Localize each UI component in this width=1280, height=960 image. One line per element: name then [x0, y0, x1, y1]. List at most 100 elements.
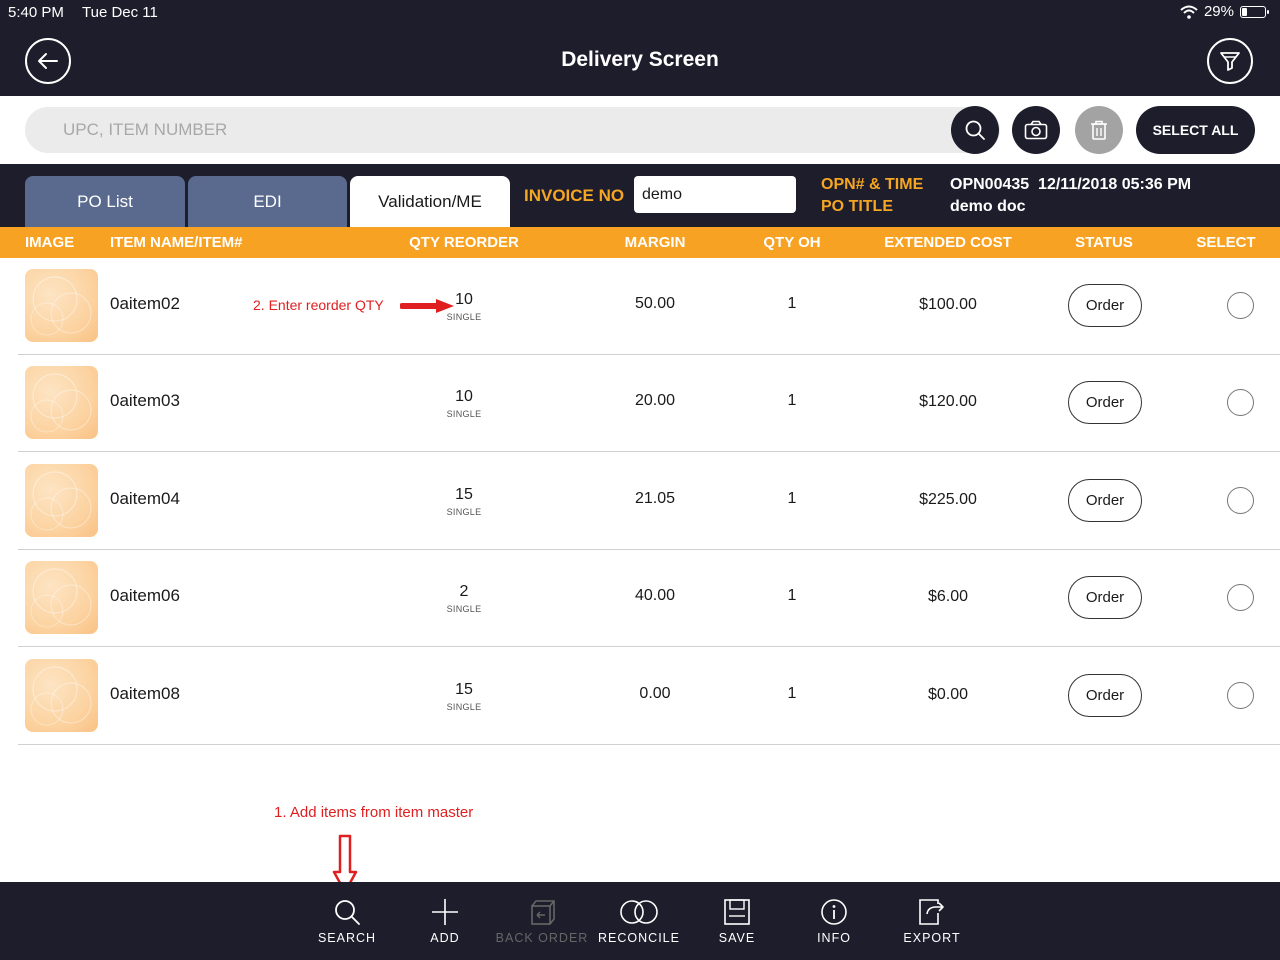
qty-oh-value: 1: [787, 392, 797, 409]
plus-icon: [432, 899, 458, 925]
select-radio[interactable]: [1227, 389, 1254, 416]
toolbar-reconcile-label: RECONCILE: [598, 931, 680, 945]
po-title-value: demo doc: [950, 198, 1026, 215]
search-icon: [965, 120, 985, 140]
tab-po-list[interactable]: PO List: [25, 176, 185, 227]
camera-button[interactable]: [1012, 106, 1060, 154]
toolbar-add-button[interactable]: ADD: [395, 894, 495, 945]
col-status: STATUS: [1075, 234, 1133, 251]
invoice-label: INVOICE NO: [524, 186, 625, 205]
opn-number-time: OPN00435 12/11/2018 05:36 PM: [950, 176, 1192, 193]
order-status-button[interactable]: Order: [1068, 576, 1142, 619]
margin-value: 0.00: [639, 685, 671, 702]
toolbar-add-label: ADD: [430, 931, 460, 945]
item-name: 0aitem06: [110, 586, 180, 605]
margin-value: 21.05: [634, 490, 676, 507]
qty-reorder-field[interactable]: 15 SINGLE: [447, 681, 482, 712]
toolbar-save-label: SAVE: [718, 931, 756, 945]
app-header: Delivery Screen: [0, 26, 1280, 96]
toolbar-save-button[interactable]: SAVE: [687, 894, 787, 945]
order-status-button[interactable]: Order: [1068, 479, 1142, 522]
toolbar-export-button[interactable]: EXPORT: [882, 894, 982, 945]
item-thumbnail: [25, 464, 98, 537]
qty-unit: SINGLE: [446, 507, 482, 517]
table-row[interactable]: 0aitem02 10 SINGLE 50.00 1 $100.00 Order: [18, 258, 1280, 355]
po-title-label: PO TITLE: [821, 198, 893, 215]
toolbar-export-label: EXPORT: [903, 931, 961, 945]
tabs-bar: PO List EDI Validation/ME INVOICE NO OPN…: [0, 164, 1280, 227]
item-thumbnail: [25, 561, 98, 634]
select-radio[interactable]: [1227, 487, 1254, 514]
qty-reorder-field[interactable]: 10 SINGLE: [447, 388, 482, 419]
item-name: 0aitem04: [110, 489, 180, 508]
delete-button[interactable]: [1075, 106, 1123, 154]
table-row[interactable]: 0aitem08 15 SINGLE 0.00 1 $0.00 Order: [18, 648, 1280, 745]
qty-reorder-field[interactable]: 2 SINGLE: [447, 583, 482, 614]
back-order-box-icon: [531, 900, 555, 925]
table-row[interactable]: 0aitem06 2 SINGLE 40.00 1 $6.00 Order: [18, 550, 1280, 647]
wifi-icon: [1180, 5, 1198, 19]
toolbar-search-button[interactable]: SEARCH: [297, 894, 397, 945]
margin-value: 40.00: [634, 587, 676, 604]
camera-icon: [1024, 120, 1048, 140]
select-all-button[interactable]: SELECT ALL: [1136, 106, 1255, 154]
reconcile-icon: [620, 900, 658, 924]
search-row: SELECT ALL: [0, 96, 1280, 164]
item-thumbnail: [25, 659, 98, 732]
item-name: 0aitem03: [110, 391, 180, 410]
invoice-input[interactable]: [634, 176, 796, 213]
status-date: Tue Dec 11: [82, 4, 158, 21]
qty-unit: SINGLE: [446, 409, 482, 419]
opn-time-label: OPN# & TIME: [821, 176, 924, 193]
margin-value: 20.00: [634, 392, 676, 409]
extended-cost-value: $6.00: [927, 588, 969, 605]
item-thumbnail: [25, 366, 98, 439]
item-name: 0aitem02: [110, 294, 180, 313]
item-name: 0aitem08: [110, 684, 180, 703]
filter-icon: [1220, 52, 1240, 71]
status-right: 29%: [1180, 3, 1269, 20]
select-radio[interactable]: [1227, 292, 1254, 319]
bottom-toolbar: SEARCH ADD BACK ORDER RECONCILE SAVE INF…: [0, 882, 1280, 960]
select-radio[interactable]: [1227, 584, 1254, 611]
status-time: 5:40 PM: [8, 4, 64, 21]
extended-cost-value: $100.00: [919, 296, 977, 313]
item-thumbnail: [25, 269, 98, 342]
save-icon: [724, 899, 750, 925]
table-row[interactable]: 0aitem04 15 SINGLE 21.05 1 $225.00 Order: [18, 453, 1280, 550]
info-icon: [821, 899, 847, 925]
search-icon: [335, 900, 360, 925]
toolbar-back-order-label: BACK ORDER: [495, 931, 589, 945]
col-qty-reorder: QTY REORDER: [409, 234, 519, 251]
order-status-button[interactable]: Order: [1068, 381, 1142, 424]
tab-edi[interactable]: EDI: [188, 176, 347, 227]
table-row[interactable]: 0aitem03 10 SINGLE 20.00 1 $120.00 Order: [18, 355, 1280, 452]
toolbar-reconcile-button[interactable]: RECONCILE: [589, 894, 689, 945]
qty-reorder-field[interactable]: 15 SINGLE: [447, 486, 482, 517]
col-image: IMAGE: [25, 234, 75, 251]
qty-oh-value: 1: [787, 295, 797, 312]
filter-button[interactable]: [1207, 38, 1253, 84]
search-button[interactable]: [951, 106, 999, 154]
toolbar-search-label: SEARCH: [317, 931, 377, 945]
qty-oh-value: 1: [787, 587, 797, 604]
col-margin: MARGIN: [624, 234, 686, 251]
trash-icon: [1091, 120, 1107, 140]
toolbar-back-order-button[interactable]: BACK ORDER: [492, 894, 592, 945]
order-status-button[interactable]: Order: [1068, 284, 1142, 327]
qty-oh-value: 1: [787, 685, 797, 702]
export-icon: [919, 899, 944, 925]
annotation-qty-text: 2. Enter reorder QTY: [253, 297, 384, 313]
col-qty-oh: QTY OH: [763, 234, 821, 251]
order-status-button[interactable]: Order: [1068, 674, 1142, 717]
qty-reorder-value: 15: [455, 681, 473, 698]
tab-validation-me[interactable]: Validation/ME: [350, 176, 510, 227]
select-radio[interactable]: [1227, 682, 1254, 709]
qty-oh-value: 1: [787, 490, 797, 507]
qty-reorder-value: 15: [455, 486, 473, 503]
toolbar-info-button[interactable]: INFO: [784, 894, 884, 945]
col-select: SELECT: [1196, 234, 1256, 251]
extended-cost-value: $225.00: [919, 491, 977, 508]
col-item-name: ITEM NAME/ITEM#: [110, 234, 243, 251]
search-input[interactable]: [25, 107, 1000, 153]
